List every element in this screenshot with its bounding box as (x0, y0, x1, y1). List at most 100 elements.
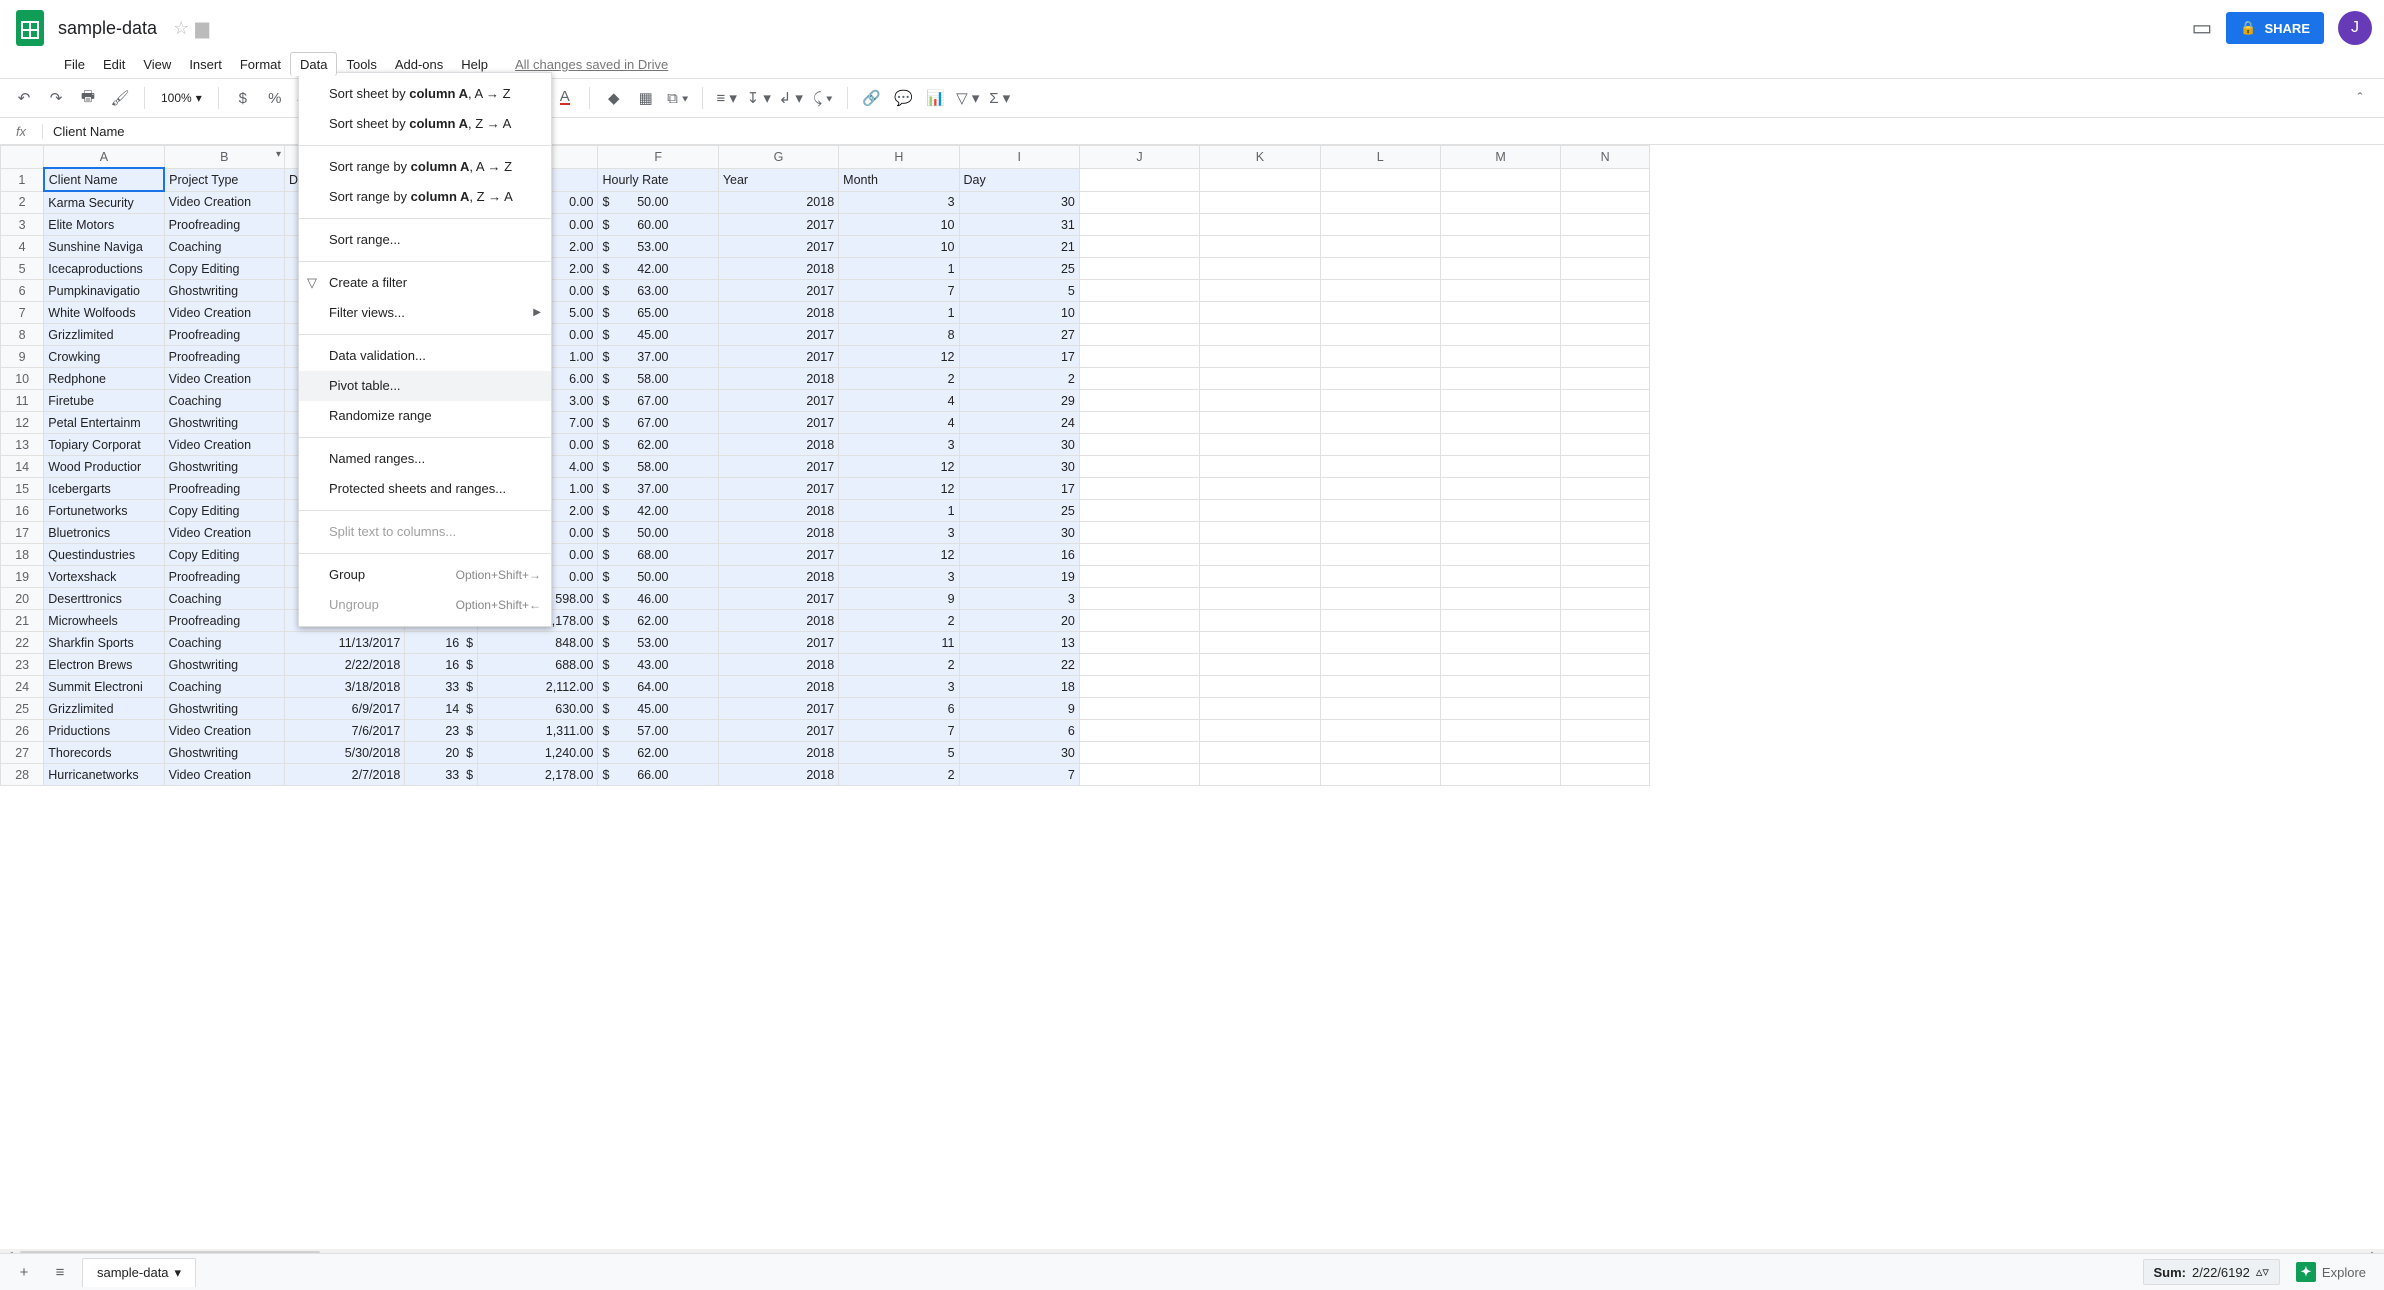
menu-sort-sheet-az[interactable]: Sort sheet by column A, A → Z (299, 79, 551, 109)
cell[interactable]: 2018 (718, 191, 838, 214)
cell[interactable]: 2018 (718, 610, 838, 632)
cell[interactable]: Wood Productior (44, 456, 164, 478)
menu-create-filter[interactable]: ▽Create a filter (299, 268, 551, 298)
cell[interactable] (1079, 764, 1199, 786)
cell[interactable] (1320, 456, 1440, 478)
cell[interactable] (1440, 368, 1560, 390)
cell[interactable] (1440, 214, 1560, 236)
cell[interactable] (1079, 478, 1199, 500)
cell[interactable] (1440, 522, 1560, 544)
cell[interactable] (1079, 324, 1199, 346)
cell[interactable] (1079, 346, 1199, 368)
cell[interactable] (1079, 720, 1199, 742)
row-header[interactable]: 23 (1, 654, 44, 676)
row-header[interactable]: 4 (1, 236, 44, 258)
functions-button[interactable]: Σ ▾ (986, 84, 1014, 112)
cell[interactable]: Ghostwriting (164, 412, 284, 434)
row-header[interactable]: 14 (1, 456, 44, 478)
cell[interactable]: Thorecords (44, 742, 164, 764)
menu-data-validation[interactable]: Data validation... (299, 341, 551, 371)
cell[interactable] (1200, 610, 1320, 632)
sheets-logo[interactable] (12, 4, 48, 52)
cell[interactable]: Grizzlimited (44, 324, 164, 346)
cell[interactable] (1561, 654, 1650, 676)
add-sheet-button[interactable]: + (10, 1258, 38, 1286)
explore-button[interactable]: ✦Explore (2288, 1262, 2374, 1282)
cell[interactable]: 16 $ (405, 632, 478, 654)
cell[interactable] (1561, 698, 1650, 720)
menu-sort-range[interactable]: Sort range... (299, 225, 551, 255)
cell[interactable]: $ 42.00 (598, 500, 718, 522)
cell[interactable]: 2018 (718, 764, 838, 786)
cell[interactable] (1320, 588, 1440, 610)
menu-data[interactable]: Data (290, 52, 337, 76)
cell[interactable] (1440, 191, 1560, 214)
cell[interactable]: Video Creation (164, 720, 284, 742)
cell[interactable] (1440, 478, 1560, 500)
cell[interactable]: $ 65.00 (598, 302, 718, 324)
cell[interactable]: 27 (959, 324, 1079, 346)
cell[interactable] (1079, 610, 1199, 632)
cell[interactable]: Proofreading (164, 566, 284, 588)
cell[interactable]: Proofreading (164, 610, 284, 632)
halign-button[interactable]: ≡ ▾ (713, 84, 741, 112)
cell[interactable]: 20 (959, 610, 1079, 632)
cell[interactable] (1561, 478, 1650, 500)
row-header[interactable]: 10 (1, 368, 44, 390)
sheet-tab[interactable]: sample-data ▾ (82, 1258, 196, 1287)
row-header[interactable]: 3 (1, 214, 44, 236)
cell[interactable] (1079, 456, 1199, 478)
cell[interactable] (1079, 236, 1199, 258)
cell[interactable]: 12 (839, 478, 959, 500)
cell[interactable] (1079, 676, 1199, 698)
cell[interactable]: Coaching (164, 390, 284, 412)
redo-button[interactable]: ↷ (42, 84, 70, 112)
cell[interactable]: Petal Entertainm (44, 412, 164, 434)
cell[interactable]: 25 (959, 258, 1079, 280)
menu-view[interactable]: View (134, 53, 180, 76)
cell[interactable]: 12 (839, 346, 959, 368)
cell[interactable]: 2018 (718, 742, 838, 764)
row-header[interactable]: 9 (1, 346, 44, 368)
cell[interactable]: 3/18/2018 (284, 676, 404, 698)
cell[interactable]: Proofreading (164, 324, 284, 346)
cell[interactable] (1079, 191, 1199, 214)
cell[interactable]: 30 (959, 456, 1079, 478)
cell[interactable] (1440, 390, 1560, 412)
cell[interactable] (1561, 412, 1650, 434)
cell-value[interactable]: Client Name (43, 124, 125, 139)
cell[interactable] (1079, 214, 1199, 236)
cell[interactable]: 9 (839, 588, 959, 610)
cell[interactable]: 5 (839, 742, 959, 764)
cell[interactable] (1561, 610, 1650, 632)
cell[interactable]: 30 (959, 522, 1079, 544)
cell[interactable]: $ 53.00 (598, 632, 718, 654)
cell[interactable]: Questindustries (44, 544, 164, 566)
cell[interactable]: 6/9/2017 (284, 698, 404, 720)
cell[interactable] (1079, 544, 1199, 566)
cell[interactable]: Coaching (164, 632, 284, 654)
cell[interactable]: $ 46.00 (598, 588, 718, 610)
cell[interactable] (1079, 632, 1199, 654)
cell[interactable] (1440, 742, 1560, 764)
cell[interactable]: 4 (839, 412, 959, 434)
cell[interactable]: Sunshine Naviga (44, 236, 164, 258)
cell[interactable]: 10 (839, 236, 959, 258)
cell[interactable] (1561, 676, 1650, 698)
cell[interactable] (1440, 412, 1560, 434)
cell[interactable] (1320, 390, 1440, 412)
cell[interactable]: 1 (839, 500, 959, 522)
cell[interactable] (1440, 258, 1560, 280)
cell[interactable] (1079, 742, 1199, 764)
cell[interactable] (1440, 456, 1560, 478)
cell[interactable]: Copy Editing (164, 258, 284, 280)
cell[interactable]: $ 67.00 (598, 412, 718, 434)
row-header[interactable]: 28 (1, 764, 44, 786)
cell[interactable]: 25 (959, 500, 1079, 522)
cell[interactable]: 7 (959, 764, 1079, 786)
cell[interactable] (1320, 742, 1440, 764)
cell[interactable] (1440, 346, 1560, 368)
cell[interactable] (1440, 302, 1560, 324)
cell[interactable] (1200, 632, 1320, 654)
cell[interactable]: Ghostwriting (164, 456, 284, 478)
